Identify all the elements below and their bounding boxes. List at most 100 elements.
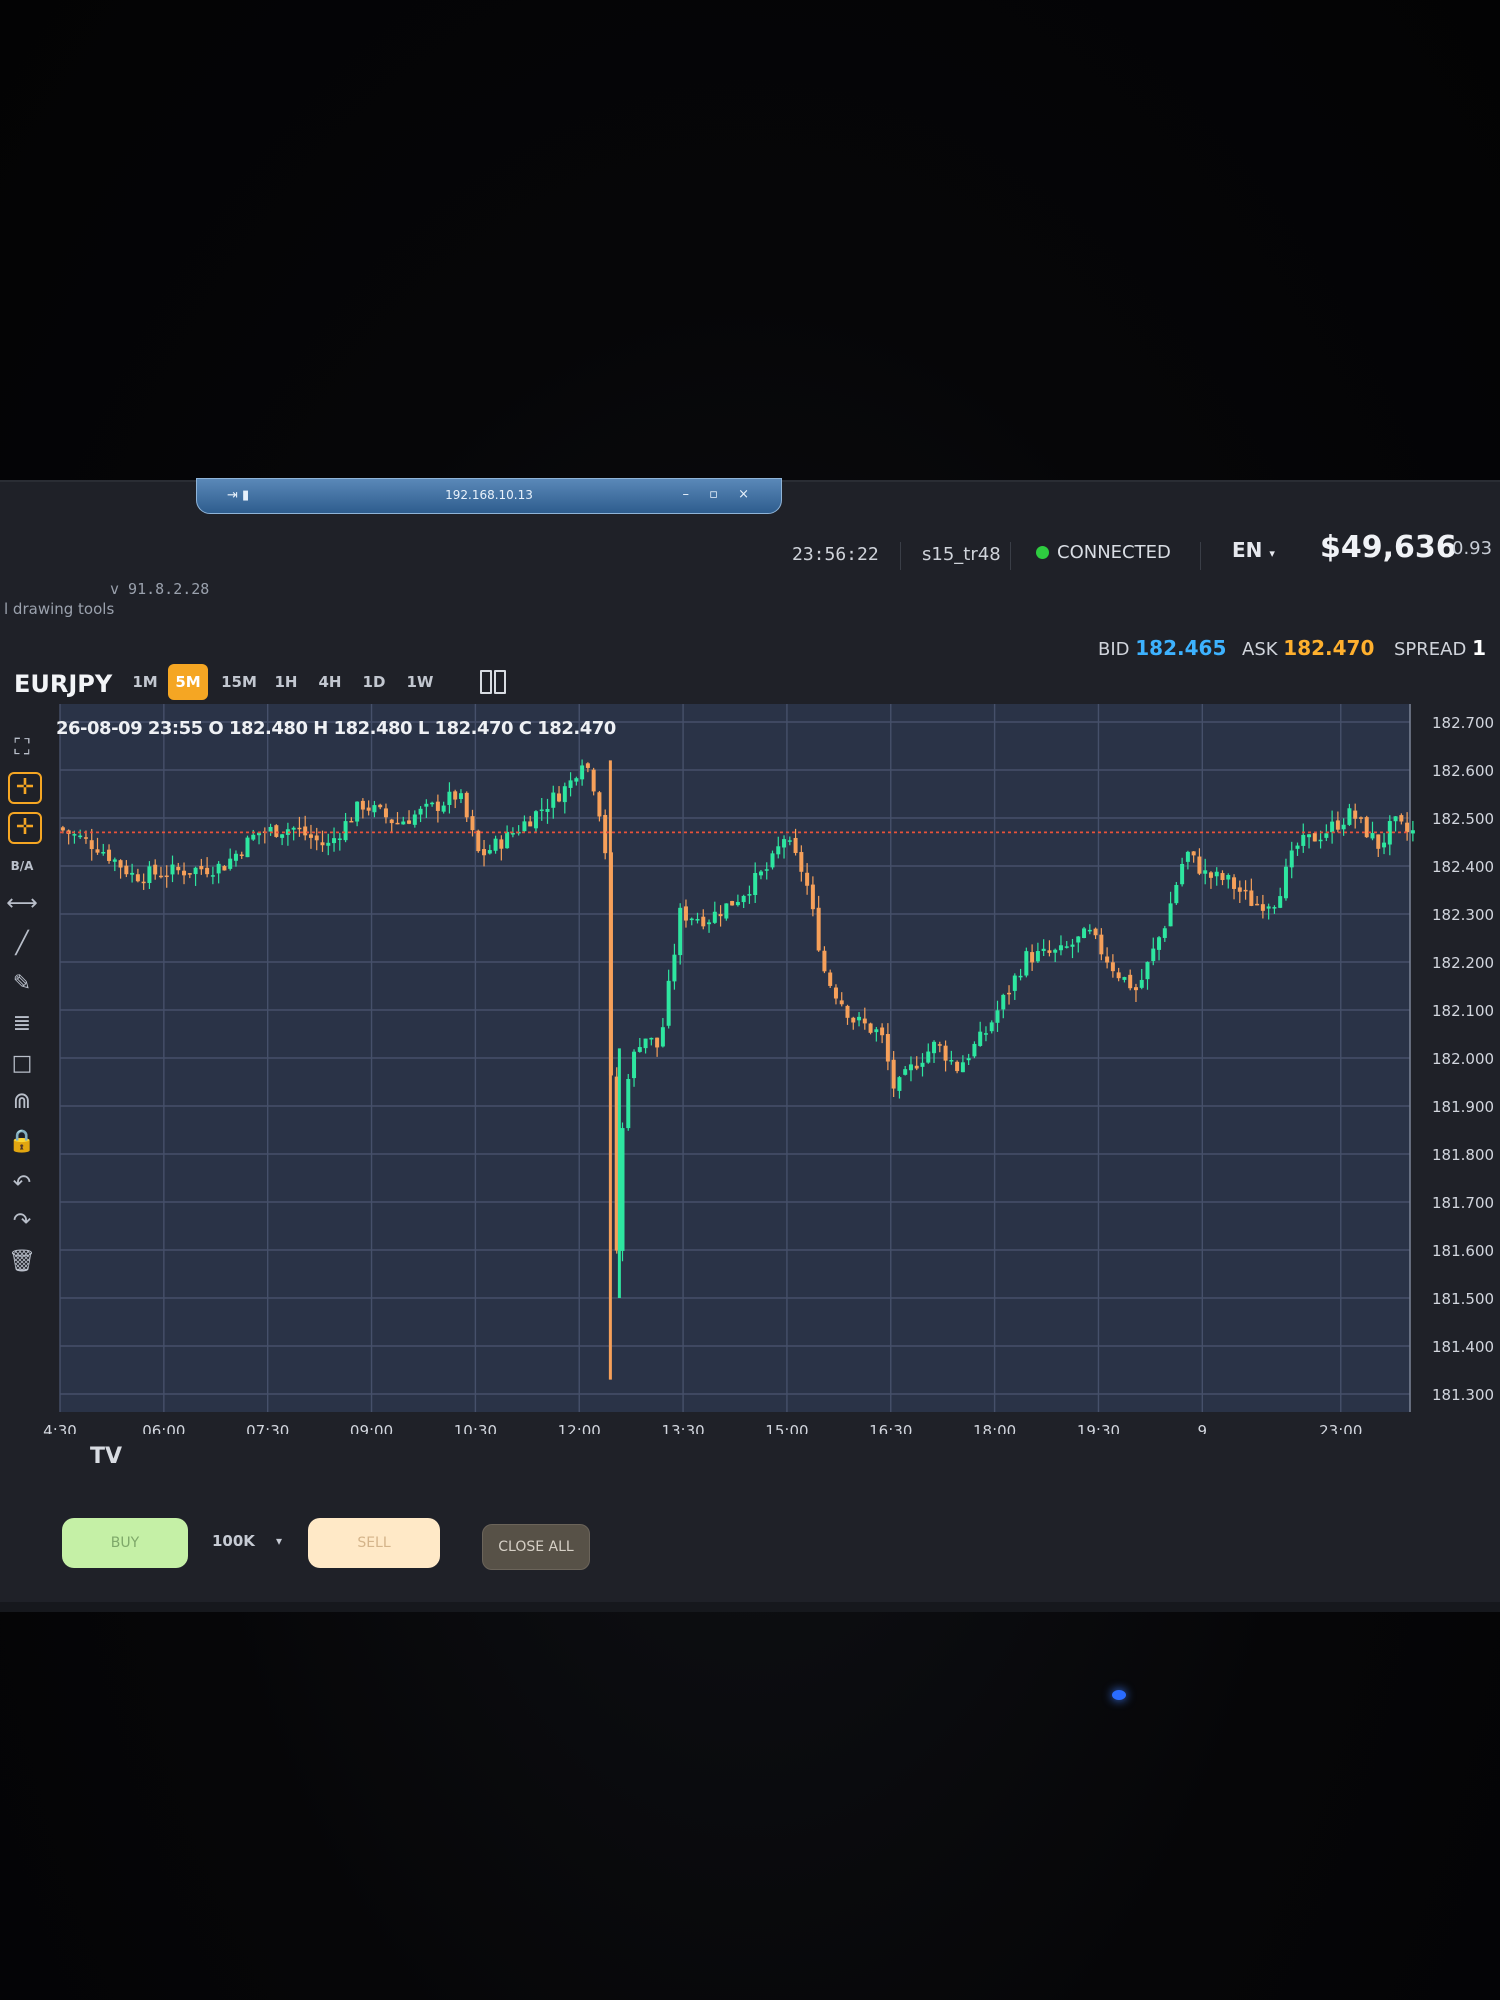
candle-body <box>1278 896 1283 908</box>
candle-body <box>118 860 123 868</box>
candle-body <box>210 875 215 877</box>
bid-label: BID <box>1098 639 1130 660</box>
candle-body <box>430 802 435 805</box>
candle-type-button[interactable] <box>478 664 508 696</box>
remote-window-controls[interactable]: – ▫ × <box>683 487 757 502</box>
candle-body <box>637 1047 642 1052</box>
candle-body <box>280 834 285 838</box>
timeframe-1w[interactable]: 1W <box>400 664 440 700</box>
sell-button[interactable]: SELL <box>308 1518 440 1568</box>
lot-size-caret-icon[interactable]: ▾ <box>276 1534 282 1548</box>
candle-body <box>1157 937 1162 950</box>
candle-body <box>228 858 233 869</box>
candle-body <box>770 853 775 868</box>
candle-body <box>562 786 567 803</box>
timeframe-1d[interactable]: 1D <box>356 664 392 700</box>
candle-body <box>1076 936 1081 943</box>
candle-body <box>245 837 250 858</box>
undo-icon[interactable]: ↶ <box>4 1168 40 1200</box>
candle-body <box>355 801 360 822</box>
candle-body <box>366 807 371 811</box>
candle-body <box>747 894 752 896</box>
cursor-icon[interactable]: ✛ <box>8 812 42 844</box>
candle-body <box>1041 948 1046 952</box>
candle-body <box>274 825 279 837</box>
close-all-button[interactable]: CLOSE ALL <box>482 1524 590 1570</box>
candle-body <box>124 865 129 875</box>
candle-body <box>332 838 337 844</box>
candle-body <box>1191 851 1196 856</box>
candle-body <box>1139 979 1144 988</box>
candle-body <box>1105 956 1110 963</box>
fib-icon[interactable]: ≣ <box>4 1008 40 1040</box>
candle-body <box>187 873 192 875</box>
crosshair-icon[interactable]: ✛ <box>8 772 42 804</box>
ask-label: ASK <box>1242 639 1278 660</box>
header-divider <box>1010 542 1011 570</box>
x-tick-label: 13:30 <box>661 1422 704 1434</box>
candle-body <box>1324 833 1329 838</box>
candle-body <box>1353 810 1358 819</box>
candle-body <box>268 826 273 832</box>
language-select[interactable]: EN ▾ <box>1232 538 1275 562</box>
candle-body <box>591 769 596 792</box>
timeframe-5m[interactable]: 5M <box>168 664 208 700</box>
rectangle-icon[interactable]: □ <box>4 1048 40 1080</box>
price-chart[interactable]: 182.700 182.600 182.500 182.400 182.300 182.2… <box>40 704 1500 1440</box>
timeframe-1h[interactable]: 1H <box>268 664 304 700</box>
candle-body <box>441 805 446 812</box>
magnet-icon[interactable]: ⋒ <box>4 1086 40 1118</box>
candle-body <box>476 830 481 852</box>
redo-icon[interactable]: ↷ <box>4 1206 40 1238</box>
candle-body <box>360 800 365 810</box>
candle-body <box>193 867 198 875</box>
candle-body <box>101 851 106 854</box>
candle-body <box>1012 975 1017 991</box>
timeframe-4h[interactable]: 4H <box>312 664 348 700</box>
candle-body <box>158 875 163 878</box>
candle-body <box>810 884 815 910</box>
timeframe-1m[interactable]: 1M <box>128 664 162 700</box>
remote-session-bar[interactable]: ⇥ ▮ 192.168.10.13 – ▫ × <box>196 478 782 514</box>
candle-body <box>1162 928 1167 938</box>
trash-icon[interactable]: 🗑 <box>4 1246 40 1278</box>
app-version: v 91.8.2.28 <box>110 580 210 598</box>
candle-body <box>857 1016 862 1021</box>
candle-body <box>672 954 677 982</box>
symbol-name[interactable]: EURJPY <box>14 670 112 698</box>
candle-body <box>1122 977 1127 980</box>
candle-body <box>1203 870 1208 874</box>
candle-body <box>493 838 498 851</box>
candle-body <box>170 864 175 875</box>
candle-body <box>753 873 758 896</box>
candle-body <box>1376 834 1381 849</box>
user-id[interactable]: s15_tr48 <box>922 544 1001 565</box>
bid-value: 182.465 <box>1135 636 1227 660</box>
candle-icon <box>494 670 506 694</box>
candle-body <box>891 1059 896 1089</box>
lock-icon[interactable]: 🔒 <box>4 1126 40 1158</box>
x-tick-label: 07:30 <box>246 1422 289 1434</box>
horizontal-ray-icon[interactable]: ⟷ <box>4 888 40 920</box>
buy-button[interactable]: BUY <box>62 1518 188 1568</box>
lot-size-select[interactable]: 100K <box>212 1532 255 1550</box>
candle-body <box>1180 863 1185 885</box>
candle-body <box>176 866 181 871</box>
candle-body <box>389 819 394 824</box>
candle-body <box>216 863 221 874</box>
bid-ask-label[interactable]: B/A <box>4 850 40 882</box>
spread-label: SPREAD <box>1394 639 1467 660</box>
y-tick-label: 182.100 <box>1432 1002 1494 1020</box>
account-balance: $49,636 <box>1320 530 1457 565</box>
candle-body <box>1289 850 1294 868</box>
candlestick-chart[interactable]: 182.700 182.600 182.500 182.400 182.300 182.2… <box>40 704 1500 1440</box>
brush-icon[interactable]: ✎ <box>4 968 40 1000</box>
candle-body <box>1058 945 1063 951</box>
candle-body <box>880 1027 885 1036</box>
candle-body <box>1145 962 1150 980</box>
timeframe-15m[interactable]: 15M <box>216 664 262 700</box>
trend-line-icon[interactable]: ╱ <box>4 928 40 960</box>
ask-quote: ASK 182.470 <box>1242 636 1374 660</box>
fullscreen-icon[interactable]: ⛶ <box>4 732 40 764</box>
candle-body <box>487 850 492 854</box>
